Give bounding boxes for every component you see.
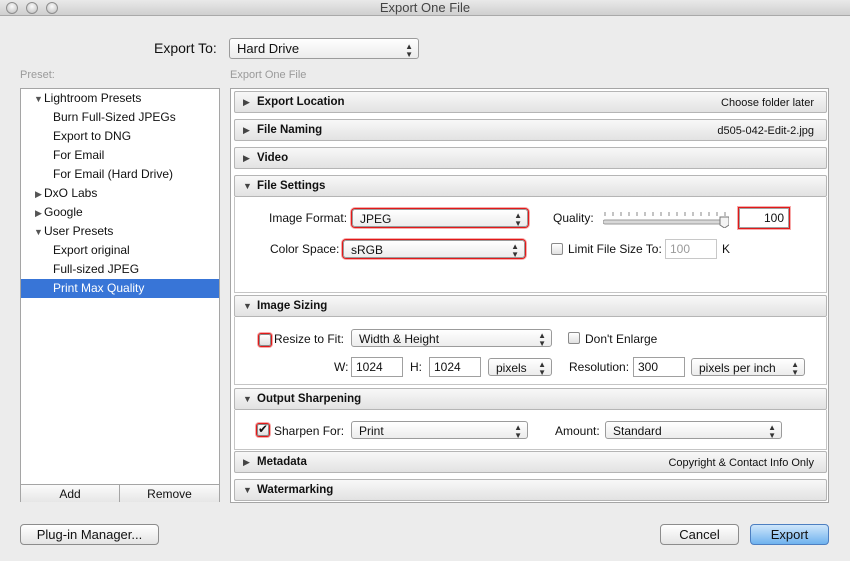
quality-label: Quality: (553, 211, 594, 225)
slider-thumb (719, 216, 730, 229)
section-export-location[interactable]: ▶ Export Location Choose folder later (234, 91, 827, 113)
amount-select[interactable]: Standard ▲ ▼ (605, 421, 782, 439)
section-file-naming[interactable]: ▶ File Naming d505-042-Edit-2.jpg (234, 119, 827, 141)
limit-file-size-checkbox[interactable] (551, 243, 563, 255)
quality-slider[interactable] (602, 208, 730, 229)
disclosure-down-icon[interactable]: ▼ (243, 301, 252, 311)
export-to-label: Export To: (154, 40, 217, 56)
cancel-button[interactable]: Cancel (660, 524, 739, 545)
section-image-sizing[interactable]: ▼ Image Sizing (234, 295, 827, 317)
export-button[interactable]: Export (750, 524, 829, 545)
resize-to-fit-checkbox[interactable] (259, 334, 271, 346)
amount-label: Amount: (555, 424, 600, 438)
color-space-select[interactable]: sRGB ▲ ▼ (343, 240, 525, 258)
title-bar: Export One File (0, 0, 850, 16)
disclosure-down-icon[interactable]: ▼ (243, 181, 252, 191)
limit-unit-label: K (722, 242, 731, 256)
add-preset-button[interactable]: Add (21, 484, 120, 502)
sharpen-for-label: Sharpen For: (274, 424, 345, 438)
height-input[interactable]: 1024 (429, 357, 481, 377)
resize-to-fit-label: Resize to Fit: (274, 332, 345, 346)
image-format-label: Image Format: (269, 211, 348, 225)
disclosure-right-icon[interactable]: ▶ (33, 204, 44, 223)
preset-folder-lightroom[interactable]: ▼Lightroom Presets (21, 89, 219, 108)
disclosure-down-icon[interactable]: ▼ (243, 394, 252, 404)
updown-arrows-icon: ▲ ▼ (538, 331, 546, 347)
disclosure-right-icon[interactable]: ▶ (243, 153, 250, 164)
section-video[interactable]: ▶ Video (234, 147, 827, 169)
resize-mode-select[interactable]: Width & Height ▲ ▼ (351, 329, 552, 347)
preset-item[interactable]: For Email (Hard Drive) (21, 165, 219, 184)
resolution-input[interactable]: 300 (633, 357, 685, 377)
disclosure-right-icon[interactable]: ▶ (33, 185, 44, 204)
sharpen-for-checkbox[interactable] (257, 422, 269, 436)
updown-arrows-icon: ▲ ▼ (511, 242, 519, 258)
window-title: Export One File (379, 0, 471, 15)
limit-file-size-input[interactable]: 100 (665, 239, 717, 259)
width-label: W: (334, 360, 349, 374)
color-space-label: Color Space: (270, 242, 340, 256)
remove-preset-button[interactable]: Remove (120, 484, 219, 502)
settings-panel: ▶ Export Location Choose folder later ▶ … (230, 88, 829, 503)
preset-item[interactable]: Export original (21, 241, 219, 260)
preset-folder-user[interactable]: ▼User Presets (21, 222, 219, 241)
dont-enlarge-checkbox[interactable] (568, 332, 580, 344)
preset-folder-google[interactable]: ▶ Google (21, 203, 219, 222)
updown-arrows-icon: ▲ ▼ (405, 42, 413, 59)
resolution-units-select[interactable]: pixels per inch ▲ ▼ (691, 358, 805, 376)
updown-arrows-icon: ▲ ▼ (791, 360, 799, 376)
disclosure-down-icon[interactable]: ▼ (33, 223, 44, 242)
preset-list: ▼Lightroom Presets Burn Full-Sized JPEGs… (20, 88, 220, 502)
preset-item[interactable]: Export to DNG (21, 127, 219, 146)
updown-arrows-icon: ▲ ▼ (514, 423, 522, 439)
sharpen-for-select[interactable]: Print ▲ ▼ (351, 421, 528, 439)
preset-item[interactable]: Burn Full-Sized JPEGs (21, 108, 219, 127)
disclosure-right-icon[interactable]: ▶ (243, 125, 250, 136)
plugin-manager-button[interactable]: Plug-in Manager... (20, 524, 159, 545)
preset-item[interactable]: Full-sized JPEG (21, 260, 219, 279)
size-units-select[interactable]: pixels ▲ ▼ (488, 358, 552, 376)
preset-item-selected[interactable]: Print Max Quality (21, 279, 219, 298)
height-label: H: (410, 360, 422, 374)
section-output-sharpening[interactable]: ▼ Output Sharpening (234, 388, 827, 410)
disclosure-down-icon[interactable]: ▼ (33, 90, 44, 109)
export-to-value: Hard Drive (237, 41, 300, 56)
image-format-select[interactable]: JPEG ▲ ▼ (352, 209, 528, 227)
export-to-select[interactable]: Hard Drive ▲ ▼ (229, 38, 419, 59)
section-file-settings[interactable]: ▼ File Settings (234, 175, 827, 197)
preset-folder-dxo[interactable]: ▶ DxO Labs (21, 184, 219, 203)
preset-item[interactable]: For Email (21, 146, 219, 165)
limit-file-size-label: Limit File Size To: (568, 242, 662, 256)
export-dialog: Export To: Hard Drive ▲ ▼ Preset: Export … (0, 17, 850, 561)
quality-input[interactable]: 100 (739, 208, 789, 228)
resolution-label: Resolution: (569, 360, 630, 374)
disclosure-right-icon[interactable]: ▶ (243, 97, 250, 108)
disclosure-down-icon[interactable]: ▼ (243, 485, 252, 495)
width-input[interactable]: 1024 (351, 357, 403, 377)
section-metadata[interactable]: ▶ Metadata Copyright & Contact Info Only (234, 451, 827, 473)
updown-arrows-icon: ▲ ▼ (514, 211, 522, 227)
panel-caption: Export One File (230, 69, 307, 81)
disclosure-right-icon[interactable]: ▶ (243, 457, 250, 468)
section-watermarking[interactable]: ▼ Watermarking (234, 479, 827, 501)
updown-arrows-icon: ▲ ▼ (538, 360, 546, 376)
preset-label: Preset: (20, 69, 55, 81)
dont-enlarge-label: Don't Enlarge (585, 332, 658, 346)
updown-arrows-icon: ▲ ▼ (768, 423, 776, 439)
